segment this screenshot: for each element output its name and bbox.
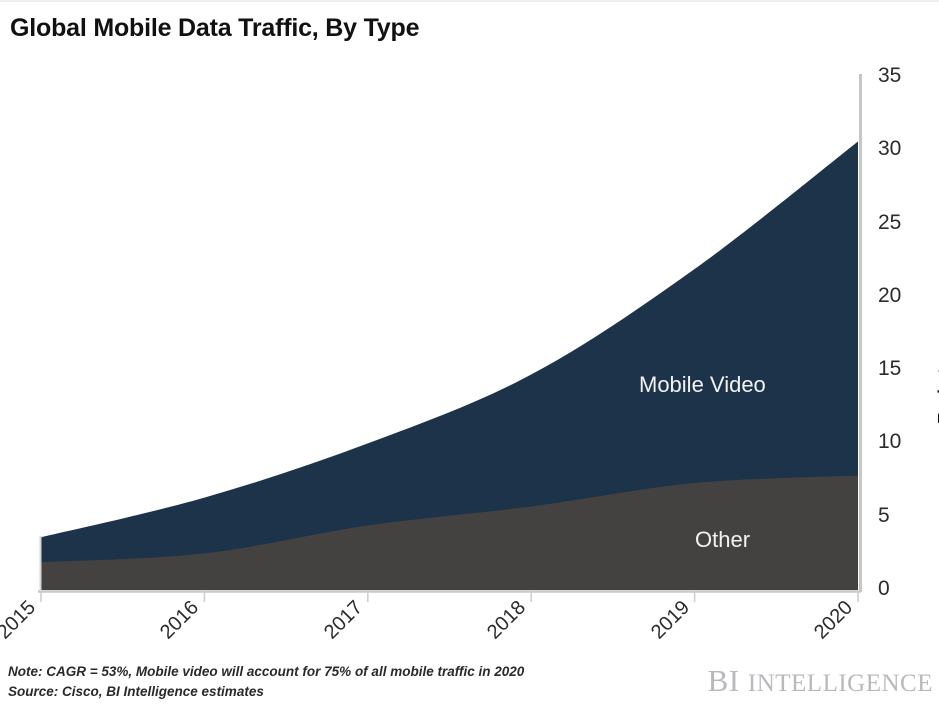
y-axis-tick-label: 5 — [878, 503, 890, 527]
x-axis-tick-label: 2015 — [0, 596, 41, 644]
area-series-other — [41, 475, 858, 590]
brand-logo: BI INTELLIGENCE — [708, 663, 933, 699]
area-series-mobile-video — [41, 141, 858, 591]
x-axis-tick-label: 2019 — [646, 596, 694, 644]
x-axis-tick-label: 2018 — [483, 596, 531, 644]
x-axis-tick-marks — [40, 591, 859, 602]
footnote-note: Note: CAGR = 53%, Mobile video will acco… — [8, 664, 525, 679]
area-chart-svg — [38, 74, 862, 602]
y-axis-title: Exabytes — [935, 349, 939, 425]
plot-area: 35 30 25 20 15 10 5 0 2015 2016 2017 2018 2019 2020 … — [0, 0, 939, 704]
chart-page: Global Mobile Data Traffic, By Type 35 30… — [0, 0, 939, 704]
series-label-mobile-video: Mobile Video — [639, 372, 766, 397]
brand-logo-second: INTELLIGENCE — [747, 670, 933, 697]
y-axis-tick-label: 15 — [878, 357, 902, 381]
y-axis-tick-label: 10 — [878, 430, 902, 454]
brand-logo-first: BI — [707, 663, 740, 698]
x-axis-tick-label: 2020 — [810, 596, 858, 644]
x-axis-tick-label: 2017 — [319, 596, 367, 644]
footer-notes: Note: CAGR = 53%, Mobile video will acco… — [8, 662, 524, 702]
top-divider — [0, 0, 939, 2]
y-axis-tick-label: 0 — [878, 577, 890, 600]
x-axis-tick-label: 2016 — [156, 596, 204, 644]
series-label-other: Other — [695, 527, 751, 552]
y-axis-tick-label: 25 — [878, 210, 902, 234]
y-axis-tick-label: 30 — [878, 137, 902, 161]
y-axis-tick-label: 20 — [878, 283, 902, 307]
y-axis-tick-label: 35 — [878, 64, 902, 87]
footnote-source: Source: Cisco, BI Intelligence estimates — [8, 684, 264, 699]
page-title: Global Mobile Data Traffic, By Type — [10, 14, 420, 42]
